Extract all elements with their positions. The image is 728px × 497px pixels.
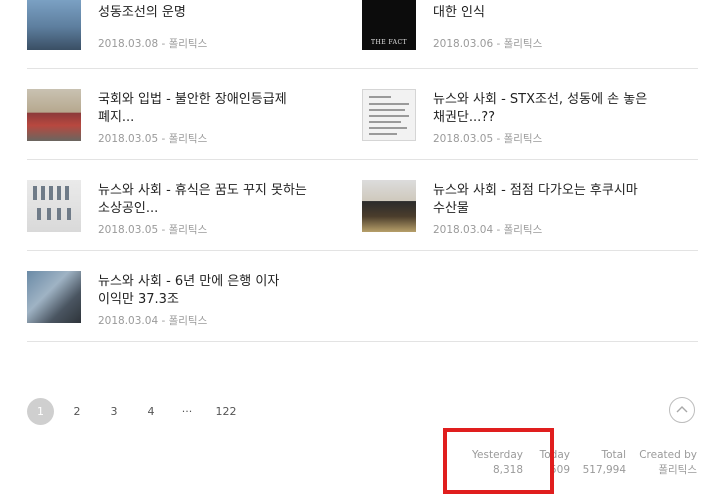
page-link-4[interactable]: 4 bbox=[141, 398, 161, 425]
page-link-1[interactable]: 1 bbox=[27, 398, 54, 425]
article-row: 성동조선의 운명 2018.03.08 - 폴리틱스 THE FACT 대한 인… bbox=[27, 0, 698, 69]
stat-today: Today 509 bbox=[540, 448, 570, 478]
article-category: 폴리틱스 bbox=[168, 38, 208, 50]
article-title[interactable]: 뉴스와 사회 - 점점 다가오는 후쿠시마 수산물 bbox=[433, 182, 673, 218]
article-item[interactable]: 뉴스와 사회 - 6년 만에 은행 이자 이익만 37.3조 2018.03.0… bbox=[27, 271, 347, 327]
article-date: 2018.03.06 bbox=[433, 38, 494, 50]
meta-separator: - bbox=[493, 133, 504, 145]
article-meta: 2018.03.05 - 폴리틱스 bbox=[98, 131, 207, 146]
article-row: 뉴스와 사회 - 휴식은 꿈도 꾸지 못하는 소상공인... 2018.03.0… bbox=[27, 160, 698, 251]
meta-separator: - bbox=[158, 133, 169, 145]
article-title[interactable]: 뉴스와 사회 - STX조선, 성동에 손 놓은 채권단...?? bbox=[433, 91, 673, 127]
page-link-2[interactable]: 2 bbox=[67, 398, 87, 425]
article-thumbnail[interactable] bbox=[362, 89, 416, 141]
article-date: 2018.03.04 bbox=[98, 315, 159, 327]
meta-separator: - bbox=[158, 315, 169, 327]
meta-separator: - bbox=[493, 224, 504, 236]
article-row: 국회와 입법 - 불안한 장애인등급제 폐지... 2018.03.05 - 폴… bbox=[27, 69, 698, 160]
stat-today-value: 509 bbox=[549, 464, 570, 476]
article-item[interactable]: 성동조선의 운명 2018.03.08 - 폴리틱스 bbox=[27, 0, 347, 54]
page-link-last[interactable]: 122 bbox=[212, 398, 240, 425]
article-category: 폴리틱스 bbox=[168, 315, 208, 327]
thumbnail-caption: THE FACT bbox=[370, 39, 408, 46]
stat-yesterday-value: 8,318 bbox=[492, 464, 523, 476]
article-thumbnail[interactable] bbox=[27, 271, 81, 323]
stat-total-value: 517,994 bbox=[582, 464, 626, 476]
page: 성동조선의 운명 2018.03.08 - 폴리틱스 THE FACT 대한 인… bbox=[0, 0, 728, 497]
article-meta: 2018.03.05 - 폴리틱스 bbox=[98, 222, 207, 237]
article-thumbnail[interactable] bbox=[27, 0, 81, 50]
article-category: 폴리틱스 bbox=[168, 133, 208, 145]
article-title[interactable]: 뉴스와 사회 - 6년 만에 은행 이자 이익만 37.3조 bbox=[98, 273, 338, 309]
article-meta: 2018.03.06 - 폴리틱스 bbox=[433, 36, 542, 51]
stat-created-by: Created by 폴리틱스 bbox=[639, 448, 697, 478]
article-item[interactable]: 국회와 입법 - 불안한 장애인등급제 폐지... 2018.03.05 - 폴… bbox=[27, 89, 347, 145]
page-link-3[interactable]: 3 bbox=[104, 398, 124, 425]
article-title[interactable]: 뉴스와 사회 - 휴식은 꿈도 꾸지 못하는 소상공인... bbox=[98, 182, 338, 218]
meta-separator: - bbox=[493, 38, 504, 50]
article-date: 2018.03.08 bbox=[98, 38, 159, 50]
article-date: 2018.03.04 bbox=[433, 224, 494, 236]
article-thumbnail[interactable] bbox=[27, 89, 81, 141]
meta-separator: - bbox=[158, 38, 169, 50]
article-date: 2018.03.05 bbox=[433, 133, 494, 145]
article-meta: 2018.03.04 - 폴리틱스 bbox=[98, 313, 207, 328]
article-meta: 2018.03.08 - 폴리틱스 bbox=[98, 36, 207, 51]
page-ellipsis: ··· bbox=[181, 405, 193, 418]
article-category: 폴리틱스 bbox=[503, 133, 543, 145]
article-meta: 2018.03.05 - 폴리틱스 bbox=[433, 131, 542, 146]
stat-created-value[interactable]: 폴리틱스 bbox=[639, 463, 697, 478]
article-item[interactable]: 뉴스와 사회 - 점점 다가오는 후쿠시마 수산물 2018.03.04 - 폴… bbox=[362, 180, 682, 236]
article-list: 성동조선의 운명 2018.03.08 - 폴리틱스 THE FACT 대한 인… bbox=[27, 0, 698, 342]
article-title[interactable]: 대한 인식 bbox=[433, 4, 673, 22]
article-category: 폴리틱스 bbox=[503, 224, 543, 236]
article-category: 폴리틱스 bbox=[168, 224, 208, 236]
article-title[interactable]: 국회와 입법 - 불안한 장애인등급제 폐지... bbox=[98, 91, 338, 127]
article-date: 2018.03.05 bbox=[98, 224, 159, 236]
article-thumbnail[interactable]: THE FACT bbox=[362, 0, 416, 50]
stat-yesterday: Yesterday 8,318 bbox=[472, 448, 523, 478]
article-row: 뉴스와 사회 - 6년 만에 은행 이자 이익만 37.3조 2018.03.0… bbox=[27, 251, 698, 342]
article-category: 폴리틱스 bbox=[503, 38, 543, 50]
scroll-top-button[interactable] bbox=[669, 397, 695, 423]
article-title[interactable]: 성동조선의 운명 bbox=[98, 4, 338, 22]
article-item[interactable]: 뉴스와 사회 - STX조선, 성동에 손 놓은 채권단...?? 2018.0… bbox=[362, 89, 682, 145]
article-meta: 2018.03.04 - 폴리틱스 bbox=[433, 222, 542, 237]
stat-created-label: Created by bbox=[639, 449, 697, 461]
stat-yesterday-label: Yesterday bbox=[472, 449, 523, 461]
article-item[interactable]: 뉴스와 사회 - 휴식은 꿈도 꾸지 못하는 소상공인... 2018.03.0… bbox=[27, 180, 347, 236]
chevron-up-icon bbox=[676, 406, 688, 413]
stat-total-label: Total bbox=[601, 449, 626, 461]
meta-separator: - bbox=[158, 224, 169, 236]
stat-today-label: Today bbox=[539, 449, 570, 461]
article-thumbnail[interactable] bbox=[362, 180, 416, 232]
article-item[interactable]: THE FACT 대한 인식 2018.03.06 - 폴리틱스 bbox=[362, 0, 682, 54]
stat-total: Total 517,994 bbox=[583, 448, 626, 478]
article-thumbnail[interactable] bbox=[27, 180, 81, 232]
article-date: 2018.03.05 bbox=[98, 133, 159, 145]
